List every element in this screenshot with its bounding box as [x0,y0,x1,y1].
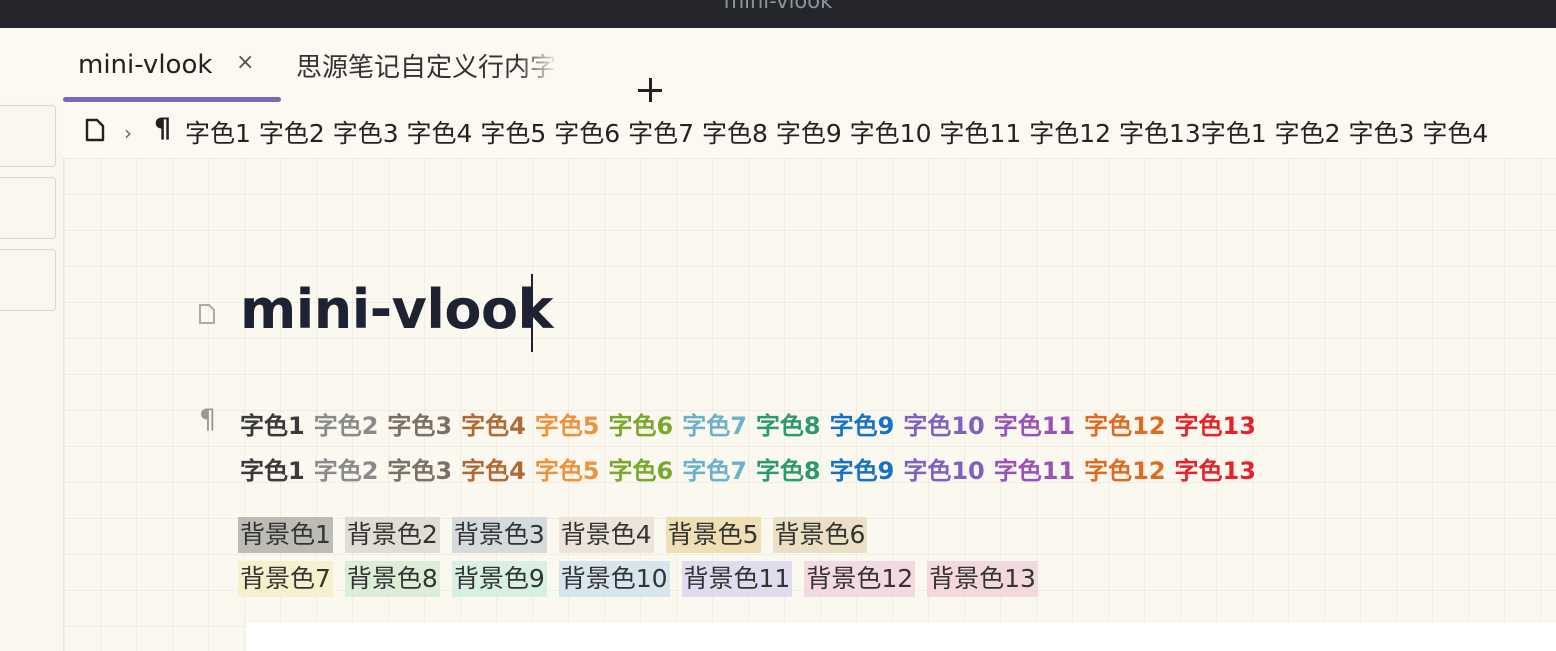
document-icon[interactable] [198,303,216,325]
tab-label: mini-vlook [78,50,213,80]
pilcrow-icon[interactable]: ¶ [199,404,216,435]
colored-text: 字色9 [829,412,895,440]
colored-text: 字色12 [1084,457,1166,485]
highlighted-text: 背景色13 [927,561,1038,597]
tab-label: 思源笔记自定义行内字 [296,52,557,83]
colored-text: 字色9 [829,457,895,485]
window-titlebar: mini-vlook [0,0,1556,28]
colored-text: 字色6 [608,457,674,485]
tab-fade [518,28,558,102]
tab-bar: mini-vlook × 思源笔记自定义行内字 [0,28,1556,102]
left-panel-slot[interactable] [0,249,56,311]
left-panel-slot[interactable] [0,177,56,239]
highlighted-text: 背景色2 [344,517,440,553]
text-cursor [531,274,533,352]
left-panel-slot[interactable] [0,105,56,167]
document-title[interactable]: mini-vlook [240,278,553,341]
highlighted-text: 背景色12 [804,561,916,597]
background-color-line: 背景色1 背景色2 背景色3 背景色4 背景色5 背景色6 [238,517,879,553]
colored-text: 字色11 [993,412,1076,440]
colored-text: 字色4 [461,412,526,440]
colored-text: 字色4 [461,457,526,485]
highlighted-text: 背景色11 [681,561,793,597]
tab-mini-vlook[interactable]: mini-vlook × [63,28,281,102]
colored-text: 字色12 [1084,412,1166,440]
highlighted-text: 背景色7 [238,561,333,597]
pilcrow-icon[interactable]: ¶ [154,113,171,144]
highlighted-text: 背景色5 [665,517,761,553]
colored-text: 字色7 [682,412,747,440]
background-color-line: 背景色7 背景色8 背景色9 背景色10 背景色11 背景色12 背景色13 [238,561,1050,597]
breadcrumb-block-text[interactable]: 字色1 字色2 字色3 字色4 字色5 字色6 字色7 字色8 字色9 字色10… [185,114,1488,150]
highlighted-text: 背景色3 [451,517,547,553]
chevron-right-icon: › [124,121,132,145]
breadcrumb: › ¶ 字色1 字色2 字色3 字色4 字色5 字色6 字色7 字色8 字色9 … [63,102,1556,158]
colored-text: 字色13 [1174,412,1256,440]
highlighted-text: 背景色10 [558,561,670,597]
bottom-panel [246,623,1556,651]
highlighted-text: 背景色8 [344,561,440,597]
colored-text: 字色6 [608,412,674,440]
colored-text: 字色8 [755,412,821,440]
highlighted-text: 背景色1 [238,517,333,553]
window-title: mini-vlook [723,0,833,13]
tab-custom-inline[interactable]: 思源笔记自定义行内字 [296,28,558,102]
colored-text: 字色5 [534,412,600,440]
font-color-line: 字色1 字色2 字色3 字色4 字色5 字色6 字色7 字色8 字色9 字色10 字色11 字色12 字… [240,451,1265,486]
colored-text: 字色11 [993,457,1076,485]
highlighted-text: 背景色4 [558,517,654,553]
colored-text: 字色3 [387,412,453,440]
colored-text: 字色8 [755,457,821,485]
colored-text: 字色1 [240,412,305,440]
colored-text: 字色3 [387,457,453,485]
colored-text: 字色10 [903,457,985,485]
highlighted-text: 背景色6 [772,517,868,553]
colored-text: 字色2 [313,412,379,440]
colored-text: 字色7 [682,457,747,485]
colored-text: 字色2 [313,457,379,485]
colored-text: 字色1 [240,457,305,485]
add-tab-icon[interactable] [636,75,664,103]
colored-text: 字色13 [1174,457,1256,485]
font-color-line: 字色1 字色2 字色3 字色4 字色5 字色6 字色7 字色8 字色9 字色10 字色11 字色12 字… [240,406,1265,441]
colored-text: 字色10 [903,412,985,440]
highlighted-text: 背景色9 [451,561,547,597]
left-panel [0,102,64,651]
tab-close-icon[interactable]: × [236,50,254,75]
document-icon[interactable] [85,118,105,142]
colored-text: 字色5 [534,457,600,485]
